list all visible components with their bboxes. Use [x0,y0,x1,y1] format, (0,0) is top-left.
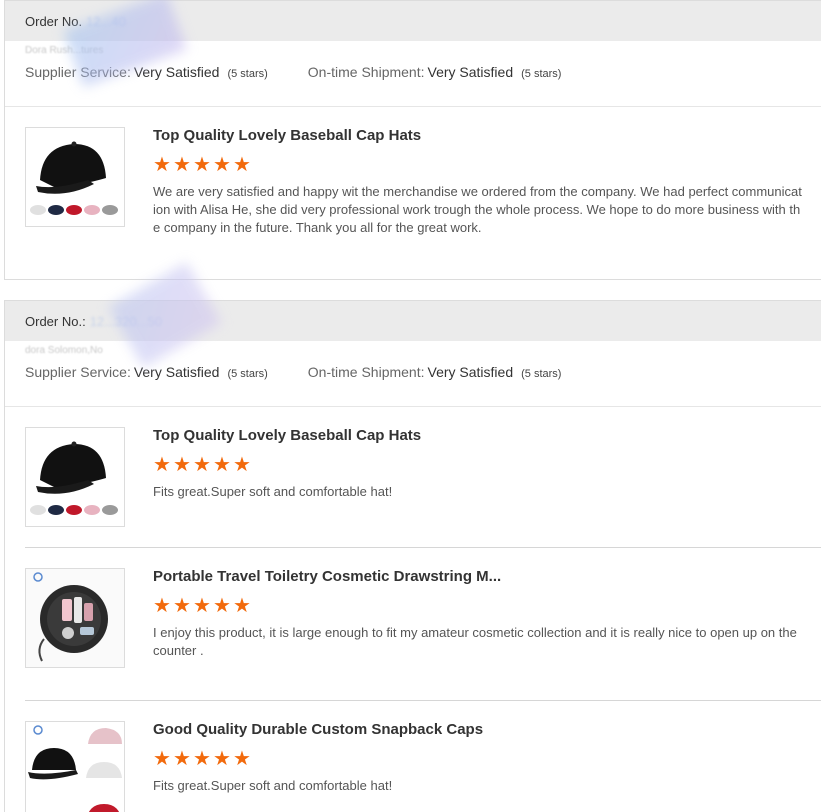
buyer-name: Dora Rush...tures [25,45,104,56]
product-thumbnail[interactable] [25,127,125,227]
product-title[interactable]: Good Quality Durable Custom Snapback Cap… [153,721,483,738]
star-icon: ★ [233,154,251,176]
shipment-rating: On-time Shipment: Very Satisfied (5 star… [308,364,562,380]
star-icon: ★ [153,154,171,176]
supplier-service-rating: Supplier Service: Very Satisfied (5 star… [25,64,268,80]
order-header: Order No. 12...40 [5,1,821,41]
star-rating: ★ ★ ★ ★ ★ [153,749,251,769]
star-icon: ★ [173,595,191,617]
star-rating: ★ ★ ★ ★ ★ [153,155,251,175]
star-icon: ★ [173,454,191,476]
product-thumbnail[interactable] [25,427,125,527]
star-icon: ★ [173,748,191,770]
star-icon: ★ [213,454,231,476]
star-icon: ★ [153,748,171,770]
star-icon: ★ [153,454,171,476]
star-icon: ★ [213,748,231,770]
shipment-stars: (5 stars) [521,368,562,380]
shipment-label: On-time Shipment: [307,64,425,80]
order-ratings: Supplier Service: Very Satisfied (5 star… [5,61,821,107]
supplier-service-rating: Supplier Service: Very Satisfied (5 star… [25,364,268,380]
review-item: Top Quality Lovely Baseball Cap Hats ★ ★… [5,407,821,548]
star-icon: ★ [193,595,211,617]
review-text: Fits great.Super soft and comfortable ha… [153,778,393,793]
star-icon: ★ [153,595,171,617]
review-text: We are very satisfied and happy wit the … [153,184,802,235]
supplier-service-stars: (5 stars) [227,68,268,80]
shipment-value: Very Satisfied [427,364,514,380]
order-number: 12...40 [86,13,126,29]
review-text: Fits great.Super soft and comfortable ha… [153,484,393,499]
star-icon: ★ [233,748,251,770]
supplier-service-value: Very Satisfied [133,64,220,80]
star-icon: ★ [233,454,251,476]
star-icon: ★ [193,454,211,476]
order-label: Order No. [25,13,83,29]
review-item: Top Quality Lovely Baseball Cap Hats ★ ★… [5,107,821,277]
order-header: Order No.: 12...320...50 [5,301,821,341]
star-icon: ★ [193,154,211,176]
star-icon: ★ [213,595,231,617]
order-card: Order No.: 12...320...50 dora Solomon,No… [4,300,821,812]
star-icon: ★ [213,154,231,176]
supplier-service-label: Supplier Service: [25,64,131,80]
product-title[interactable]: Top Quality Lovely Baseball Cap Hats [153,127,421,144]
product-thumbnail[interactable] [25,721,125,812]
star-icon: ★ [233,595,251,617]
shipment-stars: (5 stars) [521,68,562,80]
product-title[interactable]: Portable Travel Toiletry Cosmetic Drawst… [153,568,501,585]
star-icon: ★ [173,154,191,176]
star-icon: ★ [193,748,211,770]
supplier-service-value: Very Satisfied [133,364,220,380]
supplier-service-label: Supplier Service: [25,364,131,380]
shipment-label: On-time Shipment: [307,364,425,380]
order-label: Order No.: [25,313,86,329]
product-title[interactable]: Top Quality Lovely Baseball Cap Hats [153,427,421,444]
star-rating: ★ ★ ★ ★ ★ [153,455,251,475]
order-number: 12...320...50 [89,313,162,329]
buyer-name: dora Solomon,No [25,345,103,356]
star-rating: ★ ★ ★ ★ ★ [153,596,251,616]
review-item: Good Quality Durable Custom Snapback Cap… [5,701,821,812]
product-thumbnail[interactable] [25,568,125,668]
review-text: I enjoy this product, it is large enough… [153,625,797,658]
shipment-value: Very Satisfied [427,64,514,80]
review-item: Portable Travel Toiletry Cosmetic Drawst… [5,548,821,701]
supplier-service-stars: (5 stars) [227,368,268,380]
order-ratings: Supplier Service: Very Satisfied (5 star… [5,361,821,407]
shipment-rating: On-time Shipment: Very Satisfied (5 star… [308,64,562,80]
order-card: Order No. 12...40 Dora Rush...tures Supp… [4,0,821,280]
